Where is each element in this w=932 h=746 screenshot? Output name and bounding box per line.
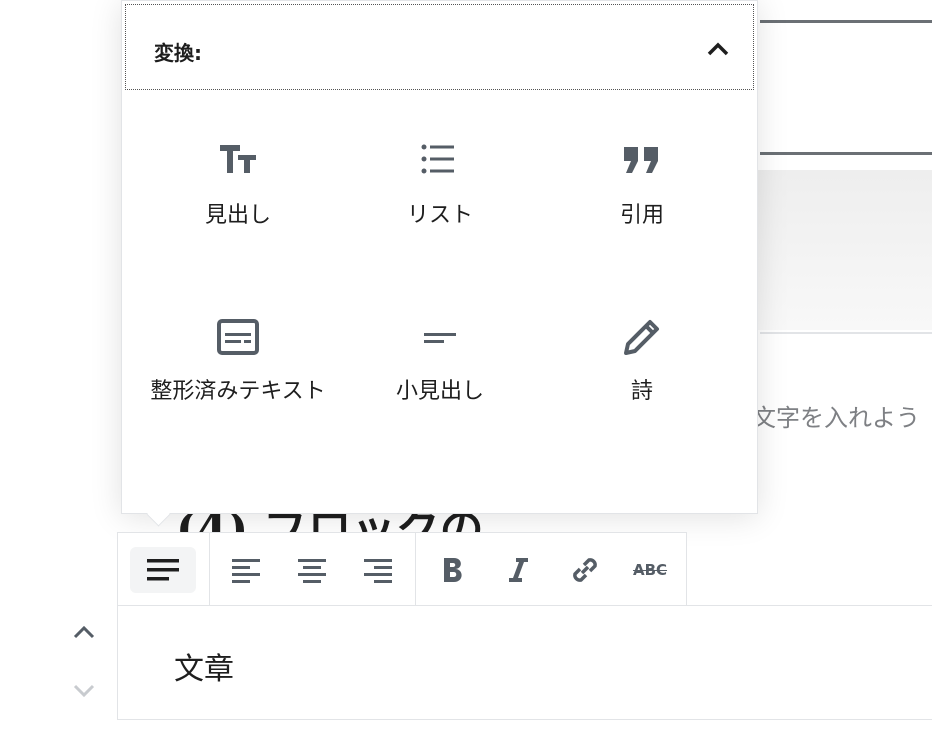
block-toolbar: ABC [117,532,687,606]
paragraph-icon [147,559,179,581]
background-block [740,8,932,168]
pencil-icon [624,320,659,355]
paragraph-block[interactable]: 文章 [117,605,932,720]
block-transform-popover: 変換: 見出し リスト 引用 整形済みテキスト 小見出し 詩 [121,0,758,514]
separator-line [760,152,932,155]
transform-label: 引用 [619,203,664,228]
strikethrough-button[interactable]: ABC [627,547,673,593]
quote-icon [624,147,658,173]
toolbar-divider [209,533,210,606]
list-icon [421,144,454,174]
align-right-icon [364,559,392,583]
align-center-icon [298,559,326,583]
transform-verse-button[interactable]: 詩 [552,313,732,407]
align-left-button[interactable] [223,547,269,593]
heading-icon [220,145,256,173]
chevron-up-icon[interactable] [704,35,732,63]
background-paragraph: 文字を入れよう [752,404,920,432]
subhead-icon [424,333,456,343]
transform-quote-button[interactable]: 引用 [552,137,732,231]
transform-label: 見出し [204,203,271,228]
divider [760,332,932,334]
chevron-up-icon [73,625,95,639]
link-icon [573,558,597,582]
link-button[interactable] [562,547,608,593]
transform-list-button[interactable]: リスト [350,137,530,231]
transform-label: 小見出し [395,379,484,404]
toolbar-divider [415,533,416,606]
transform-popover-header[interactable]: 変換: [125,4,754,90]
move-down-button[interactable] [70,676,98,704]
italic-button[interactable] [495,547,541,593]
chevron-down-icon [73,684,95,698]
transform-heading-button[interactable]: 見出し [148,137,328,231]
bold-icon [444,558,462,582]
align-right-button[interactable] [355,547,401,593]
transform-subhead-button[interactable]: 小見出し [350,313,530,407]
transform-title: 変換: [154,41,202,65]
strikethrough-icon: ABC [632,561,668,579]
transform-label: 整形済みテキスト [150,379,326,404]
transform-label: 詩 [630,379,653,404]
bold-button[interactable] [430,547,476,593]
background-block-shaded [740,170,932,330]
align-center-button[interactable] [289,547,335,593]
preformatted-icon [217,319,259,355]
paragraph-block-button[interactable] [130,547,196,593]
italic-icon [509,558,528,582]
transform-preformatted-button[interactable]: 整形済みテキスト [148,313,328,407]
move-up-button[interactable] [70,618,98,646]
transform-label: リスト [406,203,473,228]
paragraph-text[interactable]: 文章 [174,644,234,688]
separator-line [760,20,932,23]
align-left-icon [232,559,260,583]
